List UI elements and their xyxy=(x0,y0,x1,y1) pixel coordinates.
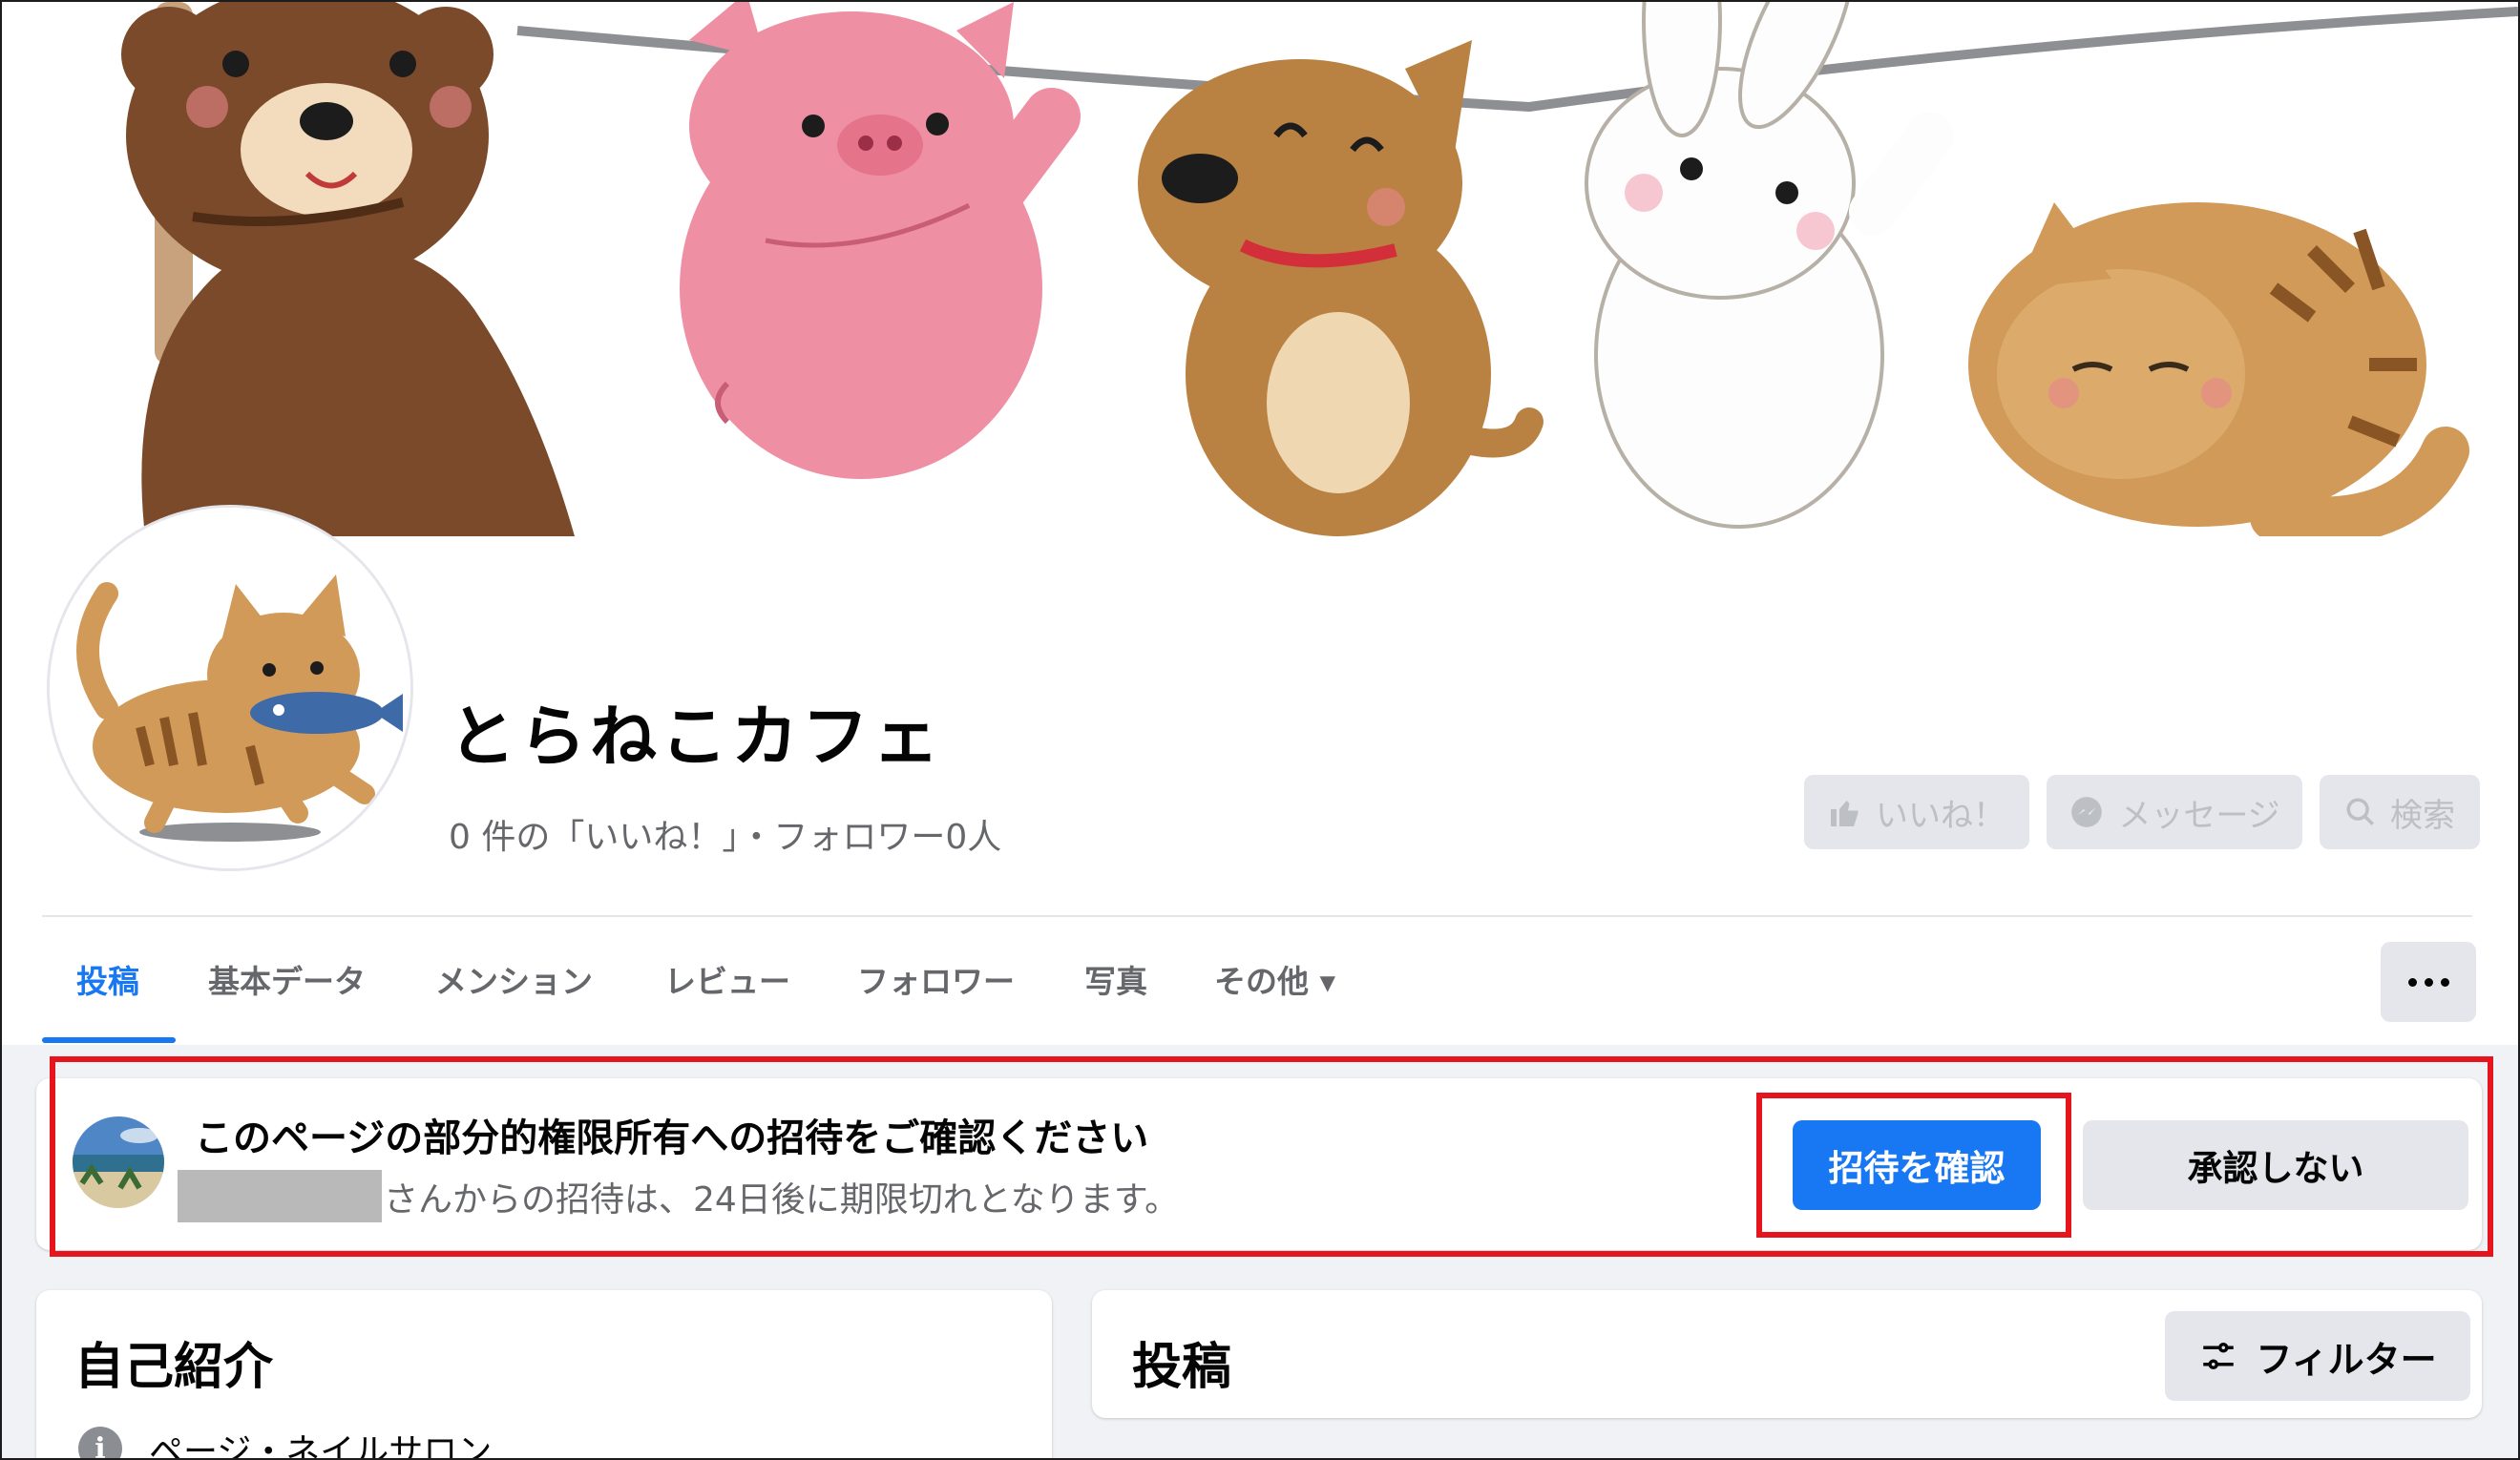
page-frame: とらねこカフェ 0 件の「いいね！」・フォロワー0人 いいね！ メッセージ 検索… xyxy=(0,0,2520,1460)
header-divider xyxy=(42,915,2472,917)
more-options-button[interactable] xyxy=(2381,942,2476,1022)
posts-title: 投稿 xyxy=(1132,1339,1232,1396)
highlight-box-invite xyxy=(50,1056,2493,1257)
tab-about[interactable]: 基本データ xyxy=(208,956,366,1002)
ellipsis-dot xyxy=(2440,977,2449,987)
active-tab-indicator xyxy=(42,1037,176,1043)
search-icon xyxy=(2346,798,2375,826)
filter-button[interactable]: フィルター xyxy=(2165,1311,2470,1401)
page-avatar[interactable] xyxy=(50,508,410,868)
search-button[interactable]: 検索 xyxy=(2320,775,2480,849)
category-label: ページ・ネイルサロン xyxy=(149,1432,493,1460)
message-button[interactable]: メッセージ xyxy=(2047,775,2302,849)
about-title: 自己紹介 xyxy=(74,1339,274,1396)
tab-more[interactable]: その他 ▾ xyxy=(1214,956,1335,1002)
tab-reviews[interactable]: レビュー xyxy=(664,956,790,1002)
like-label: いいね！ xyxy=(1876,796,2006,835)
messenger-icon xyxy=(2071,797,2103,827)
message-label: メッセージ xyxy=(2118,796,2280,835)
thumbs-up-icon xyxy=(1831,801,1858,826)
info-icon: i xyxy=(78,1427,122,1458)
tab-mentions[interactable]: メンション xyxy=(435,956,593,1002)
category-row: i ページ・ネイルサロン xyxy=(78,1424,493,1460)
tab-followers[interactable]: フォロワー xyxy=(857,956,1015,1002)
ellipsis-dot xyxy=(2424,977,2433,987)
page-title: とらねこカフェ xyxy=(449,698,943,776)
page-stats: 0 件の「いいね！」・フォロワー0人 xyxy=(449,818,1002,857)
filter-label: フィルター xyxy=(2256,1338,2437,1381)
tab-photos[interactable]: 写真 xyxy=(1084,956,1147,1002)
ellipsis-icon xyxy=(2407,977,2417,987)
like-button[interactable]: いいね！ xyxy=(1804,775,2029,849)
filter-icon xyxy=(2203,1343,2235,1369)
search-label: 検索 xyxy=(2390,796,2455,835)
highlight-box-confirm xyxy=(1756,1093,2071,1238)
tab-posts[interactable]: 投稿 xyxy=(76,956,139,1002)
cover-photo xyxy=(2,2,2518,536)
